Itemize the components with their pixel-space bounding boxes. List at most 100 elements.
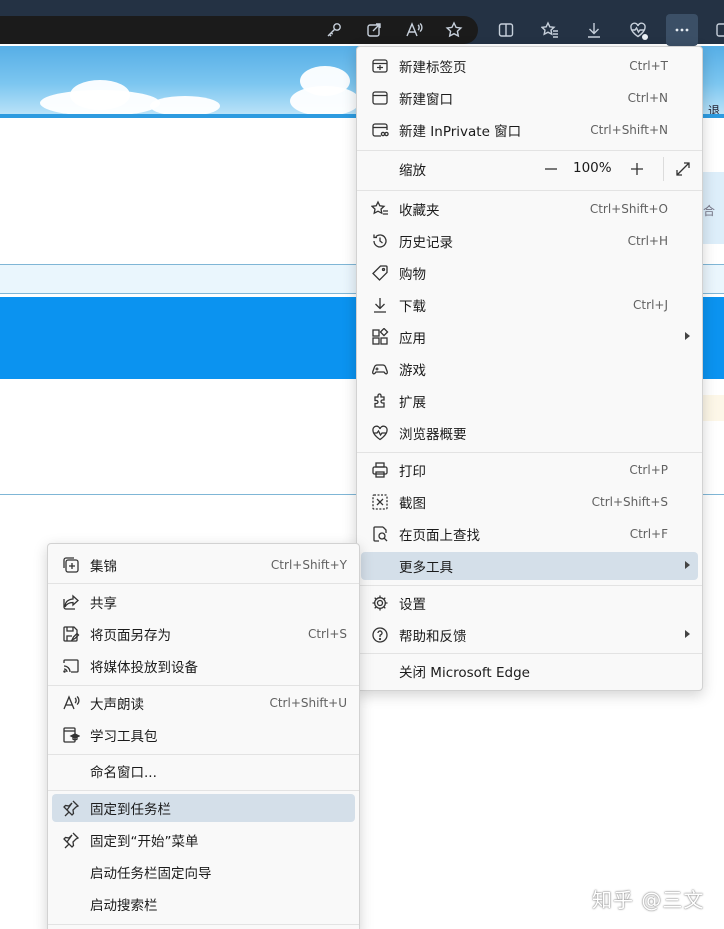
menu-browser-essentials[interactable]: 浏览器概要 <box>361 419 698 447</box>
submenu-pin-taskbar[interactable]: 固定到任务栏 <box>52 794 355 822</box>
sidebar-toggle-icon[interactable] <box>708 14 724 46</box>
menu-separator <box>357 585 702 586</box>
menu-label: 截图 <box>399 496 426 512</box>
submenu-share[interactable]: 共享 <box>52 588 355 616</box>
menu-shortcut: Ctrl+Shift+Y <box>270 558 347 572</box>
menu-help-feedback[interactable]: 帮助和反馈 <box>361 621 698 649</box>
zoom-in-button[interactable] <box>625 159 649 179</box>
menu-label: 打印 <box>399 464 426 480</box>
menu-shopping[interactable]: 购物 <box>361 259 698 287</box>
favorites-icon[interactable] <box>534 14 566 46</box>
menu-downloads[interactable]: 下载 Ctrl+J <box>361 291 698 319</box>
menu-new-window[interactable]: 新建窗口 Ctrl+N <box>361 84 698 112</box>
inprivate-icon <box>371 121 389 139</box>
menu-shortcut: Ctrl+Shift+S <box>591 495 668 509</box>
menu-zoom: 缩放 100% <box>361 155 698 183</box>
menu-new-inprivate[interactable]: 新建 InPrivate 窗口 Ctrl+Shift+N <box>361 116 698 144</box>
zoom-divider <box>663 157 664 181</box>
menu-label: 启动任务栏固定向导 <box>90 866 212 882</box>
menu-label: 固定到任务栏 <box>90 802 171 818</box>
menu-separator <box>357 190 702 191</box>
browser-essentials-icon[interactable] <box>622 14 654 46</box>
menu-history[interactable]: 历史记录 Ctrl+H <box>361 227 698 255</box>
print-icon <box>371 461 389 479</box>
page-right-text[interactable]: 退 <box>708 102 720 114</box>
menu-separator <box>48 924 359 925</box>
menu-separator <box>48 754 359 755</box>
submenu-learning-toolkit[interactable]: 学习工具包 <box>52 721 355 749</box>
pin-icon <box>62 831 80 849</box>
open-external-icon[interactable] <box>358 14 390 46</box>
zoom-level: 100% <box>573 160 612 176</box>
heart-pulse-icon <box>371 424 389 442</box>
menu-label: 历史记录 <box>399 235 453 251</box>
menu-label: 在页面上查找 <box>399 528 480 544</box>
menu-favorites[interactable]: 收藏夹 Ctrl+Shift+O <box>361 195 698 223</box>
menu-label: 浏览器概要 <box>399 427 467 443</box>
zoom-out-button[interactable] <box>539 159 563 179</box>
submenu-search-bar[interactable]: 启动搜索栏 <box>52 890 355 918</box>
menu-new-tab[interactable]: 新建标签页 Ctrl+T <box>361 52 698 80</box>
menu-more-tools[interactable]: 更多工具 <box>361 552 698 580</box>
pin-icon <box>62 799 80 817</box>
share-icon <box>62 593 80 611</box>
menu-label: 应用 <box>399 331 426 347</box>
submenu-arrow-icon <box>685 561 690 569</box>
menu-label: 缩放 <box>399 163 426 179</box>
menu-label: 关闭 Microsoft Edge <box>399 665 530 681</box>
menu-separator <box>357 653 702 654</box>
submenu-read-aloud[interactable]: 大声朗读 Ctrl+Shift+U <box>52 689 355 717</box>
menu-settings[interactable]: 设置 <box>361 589 698 617</box>
menu-screenshot[interactable]: 截图 Ctrl+Shift+S <box>361 488 698 516</box>
menu-shortcut: Ctrl+H <box>627 234 668 248</box>
menu-close-edge[interactable]: 关闭 Microsoft Edge <box>361 657 698 685</box>
downloads-icon[interactable] <box>578 14 610 46</box>
menu-label: 新建标签页 <box>399 60 467 76</box>
menu-games[interactable]: 游戏 <box>361 355 698 383</box>
menu-label: 集锦 <box>90 559 117 575</box>
split-screen-icon[interactable] <box>490 14 522 46</box>
settings-and-more-menu: 新建标签页 Ctrl+T 新建窗口 Ctrl+N 新建 InPrivate 窗口… <box>356 46 703 691</box>
submenu-arrow-icon <box>685 630 690 638</box>
submenu-cast-media[interactable]: 将媒体投放到设备 <box>52 652 355 680</box>
submenu-collections[interactable]: 集锦 Ctrl+Shift+Y <box>52 551 355 579</box>
more-options-icon[interactable] <box>666 14 698 46</box>
extensions-icon <box>371 392 389 410</box>
menu-separator <box>48 583 359 584</box>
menu-shortcut: Ctrl+T <box>629 59 668 73</box>
menu-extensions[interactable]: 扩展 <box>361 387 698 415</box>
favorite-star-icon[interactable] <box>438 14 470 46</box>
read-aloud-icon[interactable] <box>398 14 430 46</box>
fullscreen-icon[interactable] <box>673 159 693 179</box>
menu-shortcut: Ctrl+N <box>627 91 668 105</box>
menu-shortcut: Ctrl+P <box>629 463 668 477</box>
screenshot-icon <box>371 493 389 511</box>
save-icon <box>62 625 80 643</box>
favorites-icon <box>370 200 389 218</box>
menu-label: 设置 <box>399 597 426 613</box>
history-icon <box>371 232 389 250</box>
menu-label: 收藏夹 <box>399 203 440 219</box>
menu-shortcut: Ctrl+J <box>633 298 668 312</box>
menu-separator <box>357 452 702 453</box>
menu-label: 更多工具 <box>399 560 453 576</box>
menu-print[interactable]: 打印 Ctrl+P <box>361 456 698 484</box>
key-icon[interactable] <box>318 14 350 46</box>
submenu-pin-start[interactable]: 固定到“开始”菜单 <box>52 826 355 854</box>
menu-apps[interactable]: 应用 <box>361 323 698 351</box>
settings-gear-icon <box>371 594 389 612</box>
submenu-name-window[interactable]: 命名窗口... <box>52 757 355 785</box>
menu-label: 购物 <box>399 267 426 283</box>
more-tools-submenu: 集锦 Ctrl+Shift+Y 共享 将页面另存为 Ctrl+S 将媒体投放到设… <box>47 543 360 929</box>
submenu-taskbar-wizard[interactable]: 启动任务栏固定向导 <box>52 858 355 886</box>
download-icon <box>371 296 389 314</box>
menu-label: 启动搜索栏 <box>90 898 158 914</box>
menu-label: 大声朗读 <box>90 697 144 713</box>
submenu-save-page-as[interactable]: 将页面另存为 Ctrl+S <box>52 620 355 648</box>
read-aloud-icon <box>62 694 80 712</box>
menu-label: 新建窗口 <box>399 92 453 108</box>
menu-find-on-page[interactable]: 在页面上查找 Ctrl+F <box>361 520 698 548</box>
menu-label: 命名窗口... <box>90 765 157 781</box>
notification-dot <box>642 34 648 40</box>
menu-shortcut: Ctrl+Shift+O <box>589 202 668 216</box>
